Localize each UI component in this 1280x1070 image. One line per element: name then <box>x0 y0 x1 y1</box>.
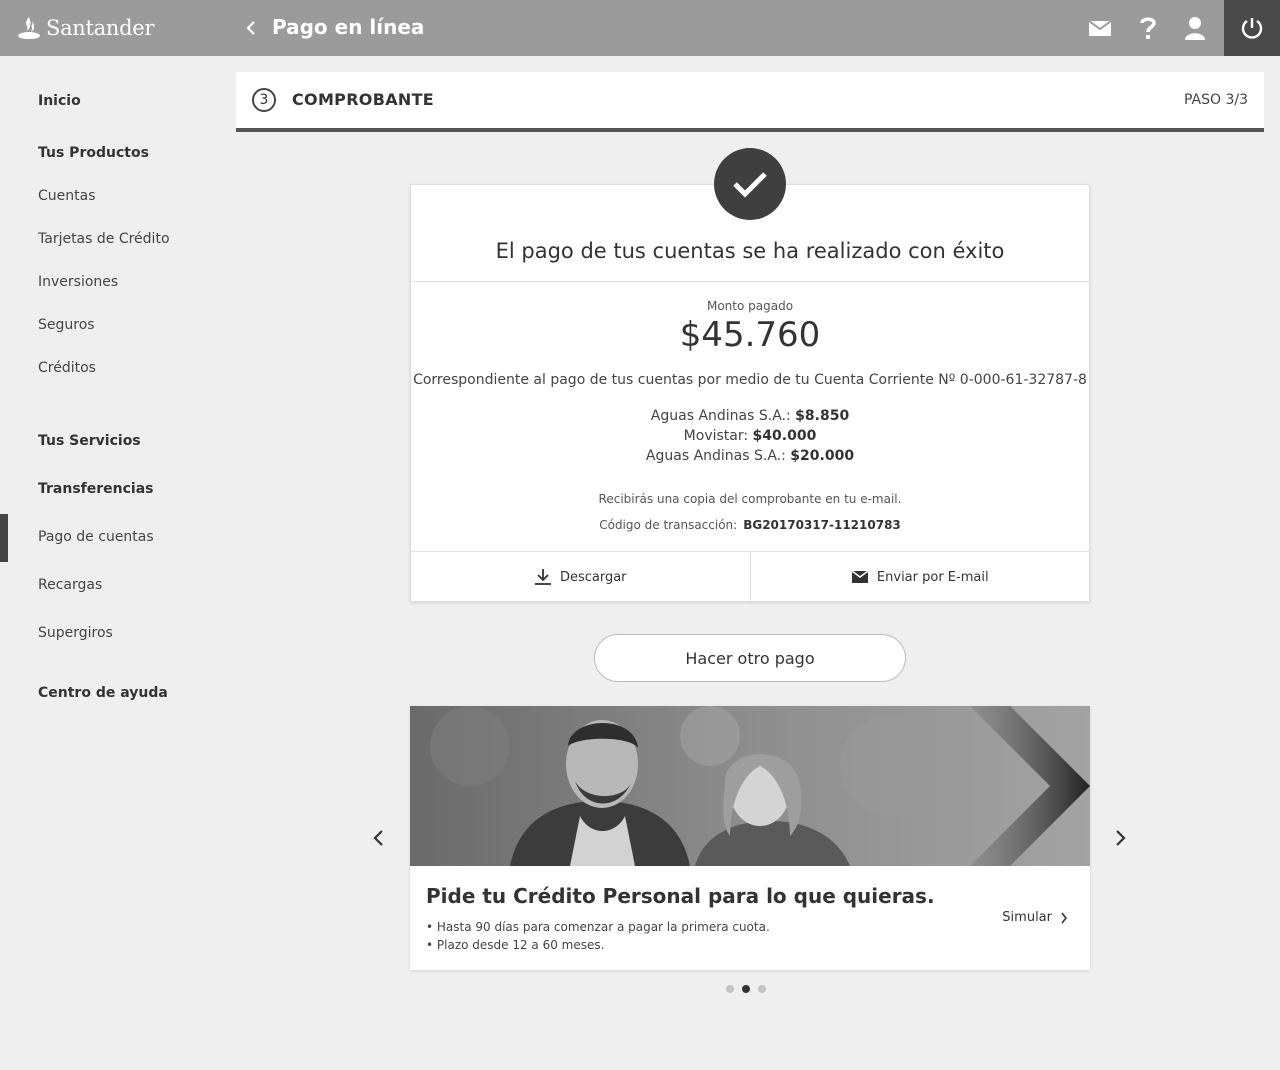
sidebar-item-transferencias[interactable]: Transferencias <box>38 481 154 497</box>
payee-name: Aguas Andinas S.A.: <box>645 448 786 464</box>
promo-title: Pide tu Crédito Personal para lo que qui… <box>426 884 935 908</box>
chevron-left-icon <box>373 830 383 846</box>
receipt-title: El pago de tus cuentas se ha realizado c… <box>495 239 1005 263</box>
payment-line: Movistar: $40.000 <box>411 426 1089 446</box>
carousel-dot[interactable] <box>726 985 734 993</box>
payment-line: Aguas Andinas S.A.: $20.000 <box>411 446 1089 466</box>
receipt-card: El pago de tus cuentas se ha realizado c… <box>410 184 1090 602</box>
promo-photo <box>410 706 1090 866</box>
mail-icon <box>851 570 869 583</box>
profile-button[interactable] <box>1181 14 1209 42</box>
transaction-code-row: Código de transacción: BG20170317-1121078… <box>411 518 1089 532</box>
question-icon <box>1140 17 1156 39</box>
brand-name: Santander <box>46 16 155 40</box>
send-email-label: Enviar por E-mail <box>876 569 989 585</box>
amount-label: Monto pagado <box>706 299 794 313</box>
simulate-link[interactable]: Simular <box>1002 910 1068 925</box>
step-counter: PASO 3/3 <box>1183 92 1248 108</box>
step-number: 3 <box>252 88 276 112</box>
carousel-dots <box>726 985 766 993</box>
chevron-left-icon <box>246 21 255 35</box>
download-icon <box>534 569 551 585</box>
payment-breakdown: Aguas Andinas S.A.: $8.850 Movistar: $40… <box>411 406 1089 466</box>
sidebar-item-pago-de-cuentas[interactable]: Pago de cuentas <box>38 529 154 545</box>
back-button[interactable] <box>240 16 262 40</box>
payee-amount: $8.850 <box>795 408 850 424</box>
promo-bullet: • Hasta 90 días para comenzar a pagar la… <box>426 920 770 934</box>
sidebar-item-seguros[interactable]: Seguros <box>38 317 95 333</box>
sidebar-item-cuentas[interactable]: Cuentas <box>38 188 96 204</box>
sidebar-item-centro-de-ayuda[interactable]: Centro de ayuda <box>38 685 168 701</box>
logout-button[interactable] <box>1224 0 1280 56</box>
payment-line: Aguas Andinas S.A.: $8.850 <box>411 406 1089 426</box>
sidebar-section-tus-productos[interactable]: Tus Productos <box>38 145 149 161</box>
transaction-code-label: Código de transacción: <box>599 518 738 532</box>
checkmark-icon <box>733 172 767 198</box>
help-button[interactable] <box>1134 14 1162 42</box>
flame-icon <box>18 17 40 39</box>
download-label: Descargar <box>559 569 627 585</box>
top-bar: Santander Pago en línea <box>0 0 1280 56</box>
promo-banner: Pide tu Crédito Personal para lo que qui… <box>410 706 1090 970</box>
sidebar-item-supergiros[interactable]: Supergiros <box>38 625 113 641</box>
send-email-button[interactable]: Enviar por E-mail <box>749 552 1090 602</box>
step-title: COMPROBANTE <box>292 90 435 109</box>
step-header: 3 COMPROBANTE PASO 3/3 <box>236 72 1264 132</box>
sidebar-item-tarjetas[interactable]: Tarjetas de Crédito <box>38 231 170 247</box>
simulate-label: Simular <box>1002 910 1052 925</box>
payee-amount: $40.000 <box>752 428 817 444</box>
promo-bullet: • Plazo desde 12 a 60 meses. <box>426 938 605 952</box>
mail-icon <box>1088 20 1112 36</box>
sidebar-item-creditos[interactable]: Créditos <box>38 360 96 376</box>
payee-name: Movistar: <box>683 428 749 444</box>
active-indicator <box>0 514 8 562</box>
chevron-right-icon <box>1116 830 1126 846</box>
user-icon <box>1185 17 1205 40</box>
page-title: Pago en línea <box>272 15 425 39</box>
divider <box>411 281 1089 282</box>
mail-button[interactable] <box>1086 14 1114 42</box>
sidebar-item-inversiones[interactable]: Inversiones <box>38 274 118 290</box>
carousel-prev-button[interactable] <box>366 826 390 850</box>
sidebar-item-inicio[interactable]: Inicio <box>38 93 81 109</box>
payee-name: Aguas Andinas S.A.: <box>650 408 791 424</box>
payment-description: Correspondiente al pago de tus cuentas p… <box>413 372 1087 388</box>
receipt-actions: Descargar Enviar por E-mail <box>411 551 1089 602</box>
email-copy-note: Recibirás una copia del comprobante en t… <box>598 492 902 506</box>
make-another-payment-button[interactable]: Hacer otro pago <box>594 634 906 682</box>
amount-paid: $45.760 <box>679 315 821 355</box>
power-icon <box>1241 18 1263 39</box>
transaction-code: BG20170317-11210783 <box>743 518 901 532</box>
carousel-dot[interactable] <box>758 985 766 993</box>
chevron-right-icon <box>1061 912 1068 923</box>
payee-amount: $20.000 <box>790 448 855 464</box>
download-button[interactable]: Descargar <box>411 552 750 602</box>
carousel-next-button[interactable] <box>1109 826 1133 850</box>
sidebar-section-tus-servicios[interactable]: Tus Servicios <box>38 433 141 449</box>
sidebar-item-recargas[interactable]: Recargas <box>38 577 102 593</box>
sidebar: Inicio Tus Productos Cuentas Tarjetas de… <box>0 56 220 1070</box>
santander-logo[interactable]: Santander <box>16 14 154 42</box>
carousel-dot-active[interactable] <box>742 985 750 993</box>
success-check-icon <box>714 148 786 220</box>
